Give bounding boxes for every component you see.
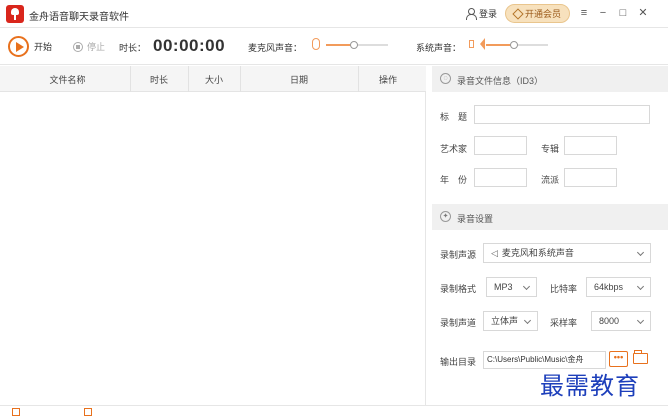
source-speaker-icon: ◁ <box>491 248 498 258</box>
title-label: 标 题 <box>440 112 468 122</box>
album-label: 专辑 <box>541 144 560 154</box>
source-select[interactable]: ◁ 麦克风和系统声音 <box>483 243 651 263</box>
genre-input[interactable] <box>564 168 617 187</box>
start-button[interactable]: 开始 <box>8 35 58 57</box>
app-title: 金舟语音聊天录音软件 <box>29 12 129 23</box>
chevron-down-icon <box>636 282 645 291</box>
chevron-down-icon <box>636 316 645 325</box>
mic-volume-slider[interactable] <box>326 41 388 49</box>
browse-more-button[interactable]: ••• <box>609 351 628 367</box>
artist-label: 艺术家 <box>440 144 468 154</box>
channel-value: 立体声 <box>491 316 519 326</box>
stop-button[interactable]: 停止 <box>73 40 105 53</box>
sample-rate-select[interactable]: 8000 <box>591 311 651 331</box>
channel-select[interactable]: 立体声 <box>483 311 538 331</box>
sample-rate-label: 采样率 <box>550 318 578 328</box>
format-value: MP3 <box>494 282 513 292</box>
support-icon[interactable] <box>84 408 92 416</box>
album-input[interactable] <box>564 136 617 155</box>
column-date[interactable]: 日期 <box>240 73 358 86</box>
menu-icon[interactable]: ≡ <box>577 6 591 20</box>
column-duration[interactable]: 时长 <box>130 73 188 86</box>
folder-icon[interactable] <box>633 350 648 364</box>
timer-display: 00:00:00 <box>153 36 226 55</box>
close-button[interactable]: ✕ <box>636 6 650 20</box>
user-icon <box>465 8 477 20</box>
column-file-name[interactable]: 文件名称 <box>20 73 115 86</box>
bottom-status-bar <box>0 405 668 416</box>
id3-section-header: ◌ 录音文件信息（ID3） <box>432 66 668 92</box>
recording-section-title: 录音设置 <box>457 214 494 224</box>
bitrate-label: 比特率 <box>550 284 578 294</box>
maximize-button[interactable]: □ <box>616 6 630 20</box>
microphone-icon <box>312 38 320 50</box>
table-header: 文件名称 时长 大小 日期 操作 <box>0 66 426 92</box>
format-label: 录制格式 <box>440 284 477 294</box>
stop-label: 停止 <box>87 42 106 52</box>
website-icon[interactable] <box>12 408 20 416</box>
mic-volume-thumb[interactable] <box>350 41 358 49</box>
channel-label: 录制声道 <box>440 318 477 328</box>
year-label: 年 份 <box>440 175 468 185</box>
duration-label: 时长： <box>119 43 147 53</box>
minimize-button[interactable]: − <box>596 6 610 20</box>
system-volume-slider[interactable] <box>486 41 548 49</box>
system-volume-label: 系统声音： <box>416 43 462 53</box>
start-label: 开始 <box>34 41 53 52</box>
settings-icon: ◌ <box>440 73 451 84</box>
genre-label: 流派 <box>541 175 560 185</box>
speaker-icon <box>469 38 485 50</box>
bitrate-select[interactable]: 64kbps <box>586 277 651 297</box>
chevron-down-icon <box>523 316 532 325</box>
sample-rate-value: 8000 <box>599 316 620 326</box>
format-select[interactable]: MP3 <box>486 277 537 297</box>
title-bar: 金舟语音聊天录音软件 登录 开通会员 ≡ − □ ✕ <box>0 0 668 28</box>
chevron-down-icon <box>636 248 645 257</box>
recording-section-header: ✦ 录音设置 <box>432 204 668 230</box>
column-size[interactable]: 大小 <box>188 73 240 86</box>
bitrate-value: 64kbps <box>594 282 624 292</box>
play-icon <box>8 35 29 57</box>
login-button[interactable]: 登录 <box>465 7 497 20</box>
column-actions[interactable]: 操作 <box>358 73 418 86</box>
record-toolbar: 开始 停止 时长： 00:00:00 麦克风声音： 系统声音： <box>0 28 668 65</box>
gear-icon: ✦ <box>440 211 451 222</box>
system-volume-thumb[interactable] <box>510 41 518 49</box>
vip-button[interactable]: 开通会员 <box>505 4 570 23</box>
source-value: 麦克风和系统声音 <box>501 248 574 258</box>
output-label: 输出目录 <box>440 357 477 367</box>
settings-panel: ◌ 录音文件信息（ID3） 标 题 艺术家 专辑 年 份 流派 ✦ 录音设置 录… <box>432 66 668 416</box>
artist-input[interactable] <box>474 136 527 155</box>
mic-volume-label: 麦克风声音： <box>248 43 303 53</box>
watermark-text: 最需教育 <box>540 372 640 400</box>
vip-label: 开通会员 <box>524 9 561 19</box>
title-input[interactable] <box>474 105 650 124</box>
chevron-down-icon <box>522 282 531 291</box>
diamond-icon <box>512 7 524 20</box>
login-label: 登录 <box>479 9 498 19</box>
stop-icon <box>73 41 83 52</box>
app-logo-icon <box>6 5 24 23</box>
source-label: 录制声源 <box>440 250 477 260</box>
id3-section-title: 录音文件信息（ID3） <box>457 76 544 86</box>
recording-file-list[interactable]: 文件名称 时长 大小 日期 操作 <box>0 66 426 406</box>
year-input[interactable] <box>474 168 527 187</box>
